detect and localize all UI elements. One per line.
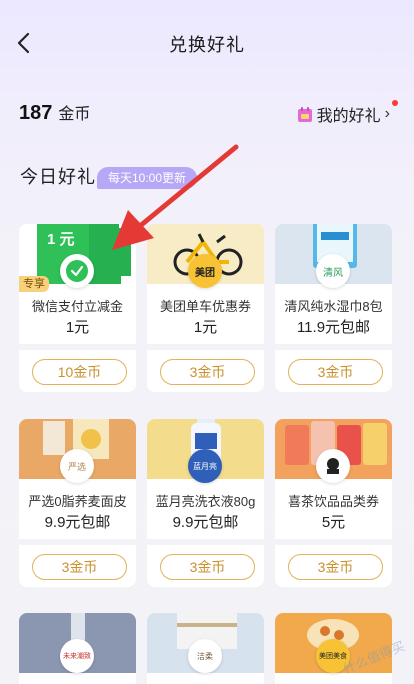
gift-name: 微信支付立减金 xyxy=(31,299,123,314)
gift-card-yanxuan[interactable]: 严选 严选0脂荞麦面皮 9.9元包邮 3金币 xyxy=(19,419,136,587)
redeem-button[interactable]: 3金币 xyxy=(288,554,383,580)
meituan-logo: 美团 xyxy=(188,254,222,288)
gift-card-row3-1[interactable]: 未来潮致 xyxy=(19,613,136,684)
redeem-button[interactable]: 3金币 xyxy=(160,554,255,580)
gift-card-wechat[interactable]: 1 元 专享 微信支付立减金 1元 10金币 xyxy=(19,224,136,392)
gift-name: 蓝月亮洗衣液80g xyxy=(155,494,256,509)
coin-amount: 187 xyxy=(19,102,53,124)
exclusive-tag: 专享 xyxy=(19,276,49,292)
gift-card-heytea[interactable]: 喜茶饮品品类券 5元 3金币 xyxy=(275,419,392,587)
header: 兑换好礼 xyxy=(0,0,414,86)
meituan-logo-text: 美团 xyxy=(195,267,215,279)
gift-price: 5元 xyxy=(321,514,346,531)
gift-card-qingfeng[interactable]: 清风 清风纯水湿巾8包 11.9元包邮 3金币 xyxy=(275,224,392,392)
card-separator xyxy=(19,539,136,545)
qingfeng-logo-text: 清风 xyxy=(323,267,343,279)
update-badge: 每天10:00更新 xyxy=(97,167,198,189)
qingfeng-logo: 清风 xyxy=(316,254,350,288)
gift-price: 1元 xyxy=(193,319,218,336)
gift-price: 1元 xyxy=(65,319,90,336)
jieyou-logo: 洁柔 xyxy=(188,639,222,673)
card-separator xyxy=(19,344,136,350)
yanxuan-logo-text: 严选 xyxy=(67,461,86,472)
wechat-icon xyxy=(60,254,94,288)
weilai-logo: 未来潮致 xyxy=(60,639,94,673)
section-title: 今日好礼 xyxy=(20,167,96,187)
bluemoon-logo-text: 蓝月亮 xyxy=(193,461,217,471)
card-separator xyxy=(147,344,264,350)
heytea-logo xyxy=(316,449,350,483)
gift-name: 美团单车优惠券 xyxy=(159,299,251,314)
notification-dot xyxy=(392,100,398,106)
redeem-button[interactable]: 3金币 xyxy=(160,359,255,385)
weilai-logo-text: 未来潮致 xyxy=(63,653,91,660)
gift-name: 喜茶饮品品类券 xyxy=(287,494,379,509)
my-gifts-link[interactable]: 我的好礼 › xyxy=(297,100,398,126)
gift-price: 9.9元包邮 xyxy=(44,514,111,531)
page-title: 兑换好礼 xyxy=(169,35,245,55)
gift-card-row3-2[interactable]: 洁柔 xyxy=(147,613,264,684)
coin-balance: 187 金币 xyxy=(19,100,90,128)
gift-calendar-icon xyxy=(297,106,312,122)
chevron-right-icon: › xyxy=(384,105,390,122)
voucher-top-label: 1 元 xyxy=(47,231,75,248)
card-separator xyxy=(147,539,264,545)
coin-unit: 金币 xyxy=(58,106,91,123)
gift-card-bluemoon[interactable]: 蓝月亮 蓝月亮洗衣液80g 9.9元包邮 3金币 xyxy=(147,419,264,587)
redeem-button[interactable]: 10金币 xyxy=(32,359,127,385)
yanxuan-logo: 严选 xyxy=(60,449,94,483)
bluemoon-logo: 蓝月亮 xyxy=(188,449,222,483)
gift-card-meituan[interactable]: 美团 美团单车优惠券 1元 3金币 xyxy=(147,224,264,392)
redeem-button[interactable]: 3金币 xyxy=(32,554,127,580)
card-separator xyxy=(275,539,392,545)
jieyou-logo-text: 洁柔 xyxy=(197,651,213,661)
card-separator xyxy=(275,344,392,350)
redeem-button[interactable]: 3金币 xyxy=(288,359,383,385)
gift-price: 9.9元包邮 xyxy=(172,514,239,531)
my-gifts-label: 我的好礼 xyxy=(316,108,381,125)
gift-name: 清风纯水湿巾8包 xyxy=(284,299,383,314)
gift-price: 11.9元包邮 xyxy=(296,319,371,336)
gift-name: 严选0脂荞麦面皮 xyxy=(28,494,127,509)
